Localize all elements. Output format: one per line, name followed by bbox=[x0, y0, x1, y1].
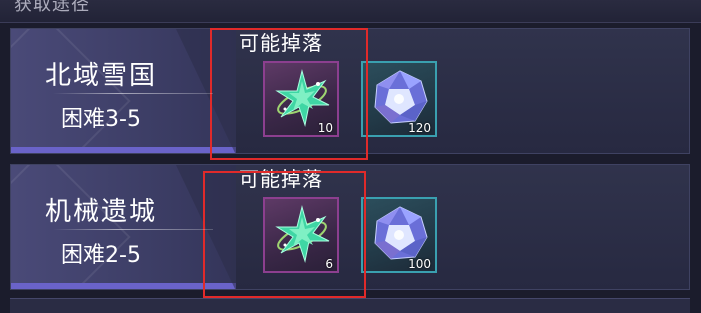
accent-bar bbox=[11, 147, 236, 153]
drop-item-blue-diamond[interactable]: 120 bbox=[361, 61, 437, 137]
stage-info-panel: 北域雪国 困难3-5 bbox=[11, 29, 236, 153]
stage-name: 机械遗城 bbox=[44, 197, 157, 227]
divider bbox=[53, 229, 213, 230]
item-count: 120 bbox=[408, 121, 431, 135]
stage-name: 北域雪国 bbox=[44, 61, 157, 91]
section-header: 获取途径 bbox=[0, 0, 701, 23]
next-row-edge bbox=[10, 298, 690, 313]
item-count: 100 bbox=[408, 257, 431, 271]
highlight-box bbox=[203, 171, 366, 298]
blue-diamond-icon bbox=[374, 206, 428, 260]
section-title: 获取途径 bbox=[14, 0, 90, 15]
highlight-box bbox=[210, 28, 368, 160]
stage-difficulty: 困难3-5 bbox=[61, 107, 141, 132]
stage-difficulty: 困难2-5 bbox=[61, 243, 141, 268]
blue-diamond-icon bbox=[374, 70, 428, 124]
divider bbox=[53, 93, 213, 94]
drop-item-blue-diamond[interactable]: 100 bbox=[361, 197, 437, 273]
